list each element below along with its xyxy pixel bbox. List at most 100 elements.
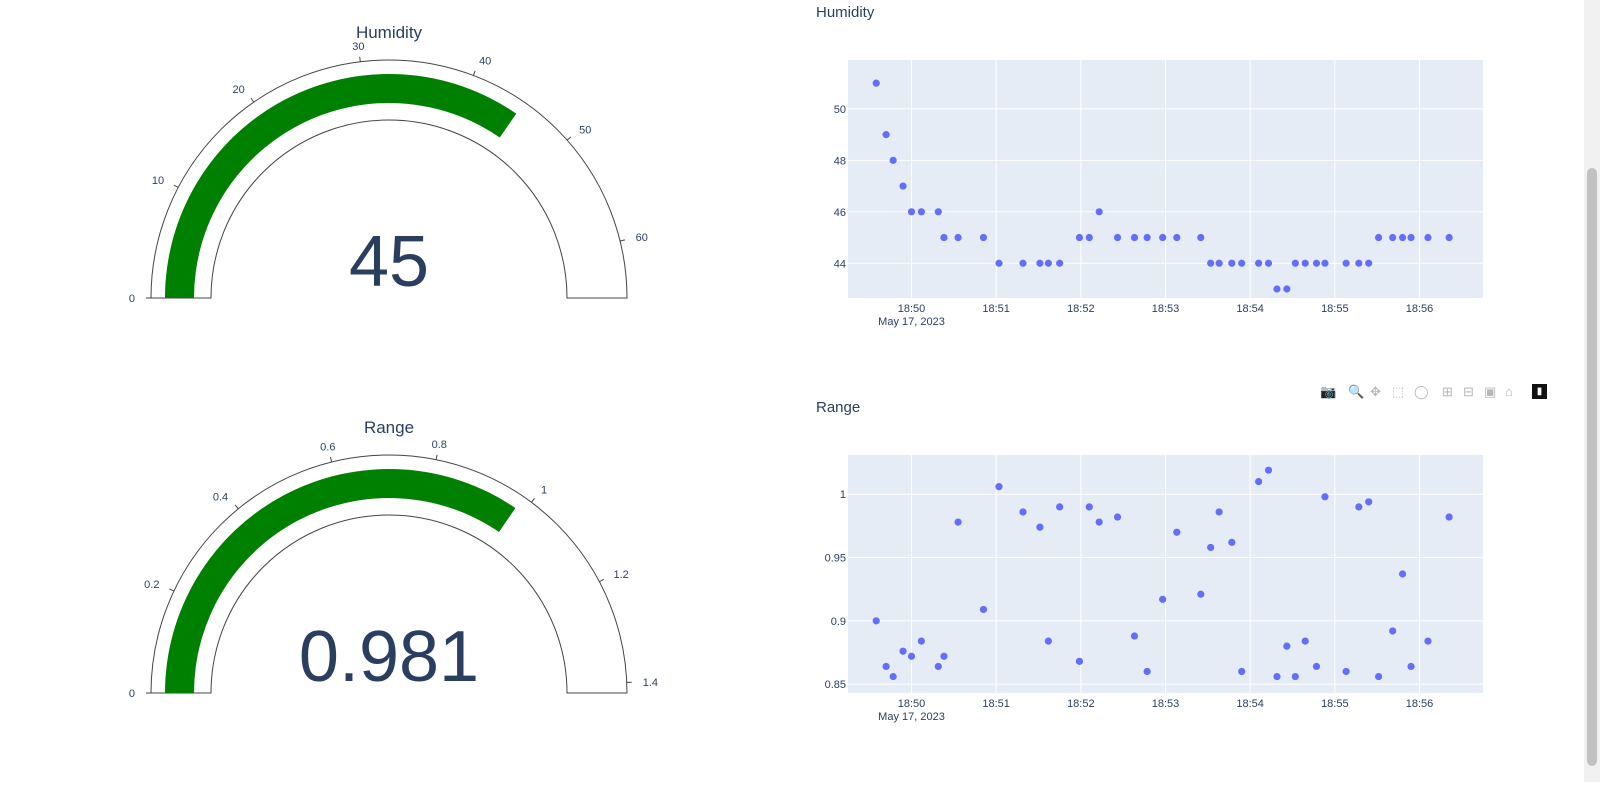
scatter-range-chart[interactable]: Range18:5018:5118:5218:5318:5418:5518:56… (800, 395, 1580, 782)
data-point[interactable] (1273, 673, 1280, 680)
data-point[interactable] (1228, 539, 1235, 546)
data-point[interactable] (1283, 285, 1290, 292)
data-point[interactable] (908, 208, 915, 215)
data-point[interactable] (1238, 668, 1245, 675)
data-point[interactable] (940, 234, 947, 241)
data-point[interactable] (980, 606, 987, 613)
data-point[interactable] (1056, 260, 1063, 267)
data-point[interactable] (899, 648, 906, 655)
data-point[interactable] (908, 653, 915, 660)
data-point[interactable] (1228, 260, 1235, 267)
data-point[interactable] (1096, 208, 1103, 215)
data-point[interactable] (890, 157, 897, 164)
data-point[interactable] (1407, 234, 1414, 241)
data-point[interactable] (1343, 668, 1350, 675)
data-point[interactable] (1159, 596, 1166, 603)
data-point[interactable] (1036, 524, 1043, 531)
pan-icon[interactable]: ✥ (1370, 384, 1381, 400)
scatter-humidity-chart[interactable]: Humidity18:5018:5118:5218:5318:5418:5518… (800, 0, 1580, 370)
plotly-logo-icon[interactable]: ▮ (1532, 384, 1547, 399)
data-point[interactable] (1302, 637, 1309, 644)
scatter-range-panel[interactable]: Range18:5018:5118:5218:5318:5418:5518:56… (800, 395, 1580, 782)
data-point[interactable] (1302, 260, 1309, 267)
data-point[interactable] (1045, 260, 1052, 267)
autoscale-icon[interactable]: ▣ (1484, 384, 1496, 400)
zoom-icon[interactable]: 🔍 (1348, 384, 1364, 400)
data-point[interactable] (1343, 260, 1350, 267)
data-point[interactable] (1375, 673, 1382, 680)
data-point[interactable] (1265, 260, 1272, 267)
data-point[interactable] (1114, 234, 1121, 241)
scatter-humidity-panel[interactable]: Humidity18:5018:5118:5218:5318:5418:5518… (800, 0, 1580, 370)
data-point[interactable] (940, 653, 947, 660)
data-point[interactable] (1036, 260, 1043, 267)
data-point[interactable] (954, 518, 961, 525)
data-point[interactable] (1292, 260, 1299, 267)
data-point[interactable] (1355, 503, 1362, 510)
camera-icon[interactable]: 📷 (1320, 384, 1336, 400)
scrollbar-thumb[interactable] (1587, 168, 1597, 766)
data-point[interactable] (1056, 503, 1063, 510)
data-point[interactable] (1424, 637, 1431, 644)
data-point[interactable] (1076, 234, 1083, 241)
data-point[interactable] (1131, 234, 1138, 241)
data-point[interactable] (1086, 503, 1093, 510)
data-point[interactable] (1389, 234, 1396, 241)
data-point[interactable] (1216, 508, 1223, 515)
data-point[interactable] (1238, 260, 1245, 267)
data-point[interactable] (1197, 591, 1204, 598)
data-point[interactable] (1283, 643, 1290, 650)
data-point[interactable] (995, 260, 1002, 267)
data-point[interactable] (1207, 260, 1214, 267)
data-point[interactable] (1045, 637, 1052, 644)
data-point[interactable] (1114, 513, 1121, 520)
data-point[interactable] (1321, 493, 1328, 500)
data-point[interactable] (1399, 570, 1406, 577)
data-point[interactable] (1086, 234, 1093, 241)
data-point[interactable] (1365, 498, 1372, 505)
data-point[interactable] (1265, 467, 1272, 474)
data-point[interactable] (1159, 234, 1166, 241)
data-point[interactable] (1313, 260, 1320, 267)
data-point[interactable] (1019, 260, 1026, 267)
reset-axes-icon[interactable]: ⌂ (1505, 384, 1513, 400)
data-point[interactable] (1424, 234, 1431, 241)
data-point[interactable] (873, 80, 880, 87)
data-point[interactable] (1273, 285, 1280, 292)
data-point[interactable] (1389, 627, 1396, 634)
data-point[interactable] (1446, 234, 1453, 241)
page-scrollbar[interactable] (1584, 0, 1600, 782)
data-point[interactable] (1216, 260, 1223, 267)
data-point[interactable] (883, 131, 890, 138)
data-point[interactable] (890, 673, 897, 680)
data-point[interactable] (1173, 234, 1180, 241)
data-point[interactable] (995, 483, 1002, 490)
data-point[interactable] (1292, 673, 1299, 680)
data-point[interactable] (1313, 663, 1320, 670)
data-point[interactable] (899, 182, 906, 189)
zoom-out-icon[interactable]: ⊟ (1463, 384, 1474, 400)
data-point[interactable] (1173, 529, 1180, 536)
data-point[interactable] (918, 637, 925, 644)
data-point[interactable] (883, 663, 890, 670)
lasso-icon[interactable]: ◯ (1414, 384, 1429, 400)
data-point[interactable] (1207, 544, 1214, 551)
data-point[interactable] (1446, 513, 1453, 520)
data-point[interactable] (1255, 260, 1262, 267)
data-point[interactable] (1131, 632, 1138, 639)
data-point[interactable] (1019, 508, 1026, 515)
data-point[interactable] (1144, 234, 1151, 241)
box-select-icon[interactable]: ⬚ (1392, 384, 1404, 400)
data-point[interactable] (1375, 234, 1382, 241)
data-point[interactable] (1076, 658, 1083, 665)
data-point[interactable] (935, 208, 942, 215)
data-point[interactable] (1355, 260, 1362, 267)
data-point[interactable] (918, 208, 925, 215)
data-point[interactable] (1255, 478, 1262, 485)
data-point[interactable] (1096, 518, 1103, 525)
data-point[interactable] (954, 234, 961, 241)
data-point[interactable] (1399, 234, 1406, 241)
data-point[interactable] (1365, 260, 1372, 267)
zoom-in-icon[interactable]: ⊞ (1442, 384, 1453, 400)
data-point[interactable] (1321, 260, 1328, 267)
